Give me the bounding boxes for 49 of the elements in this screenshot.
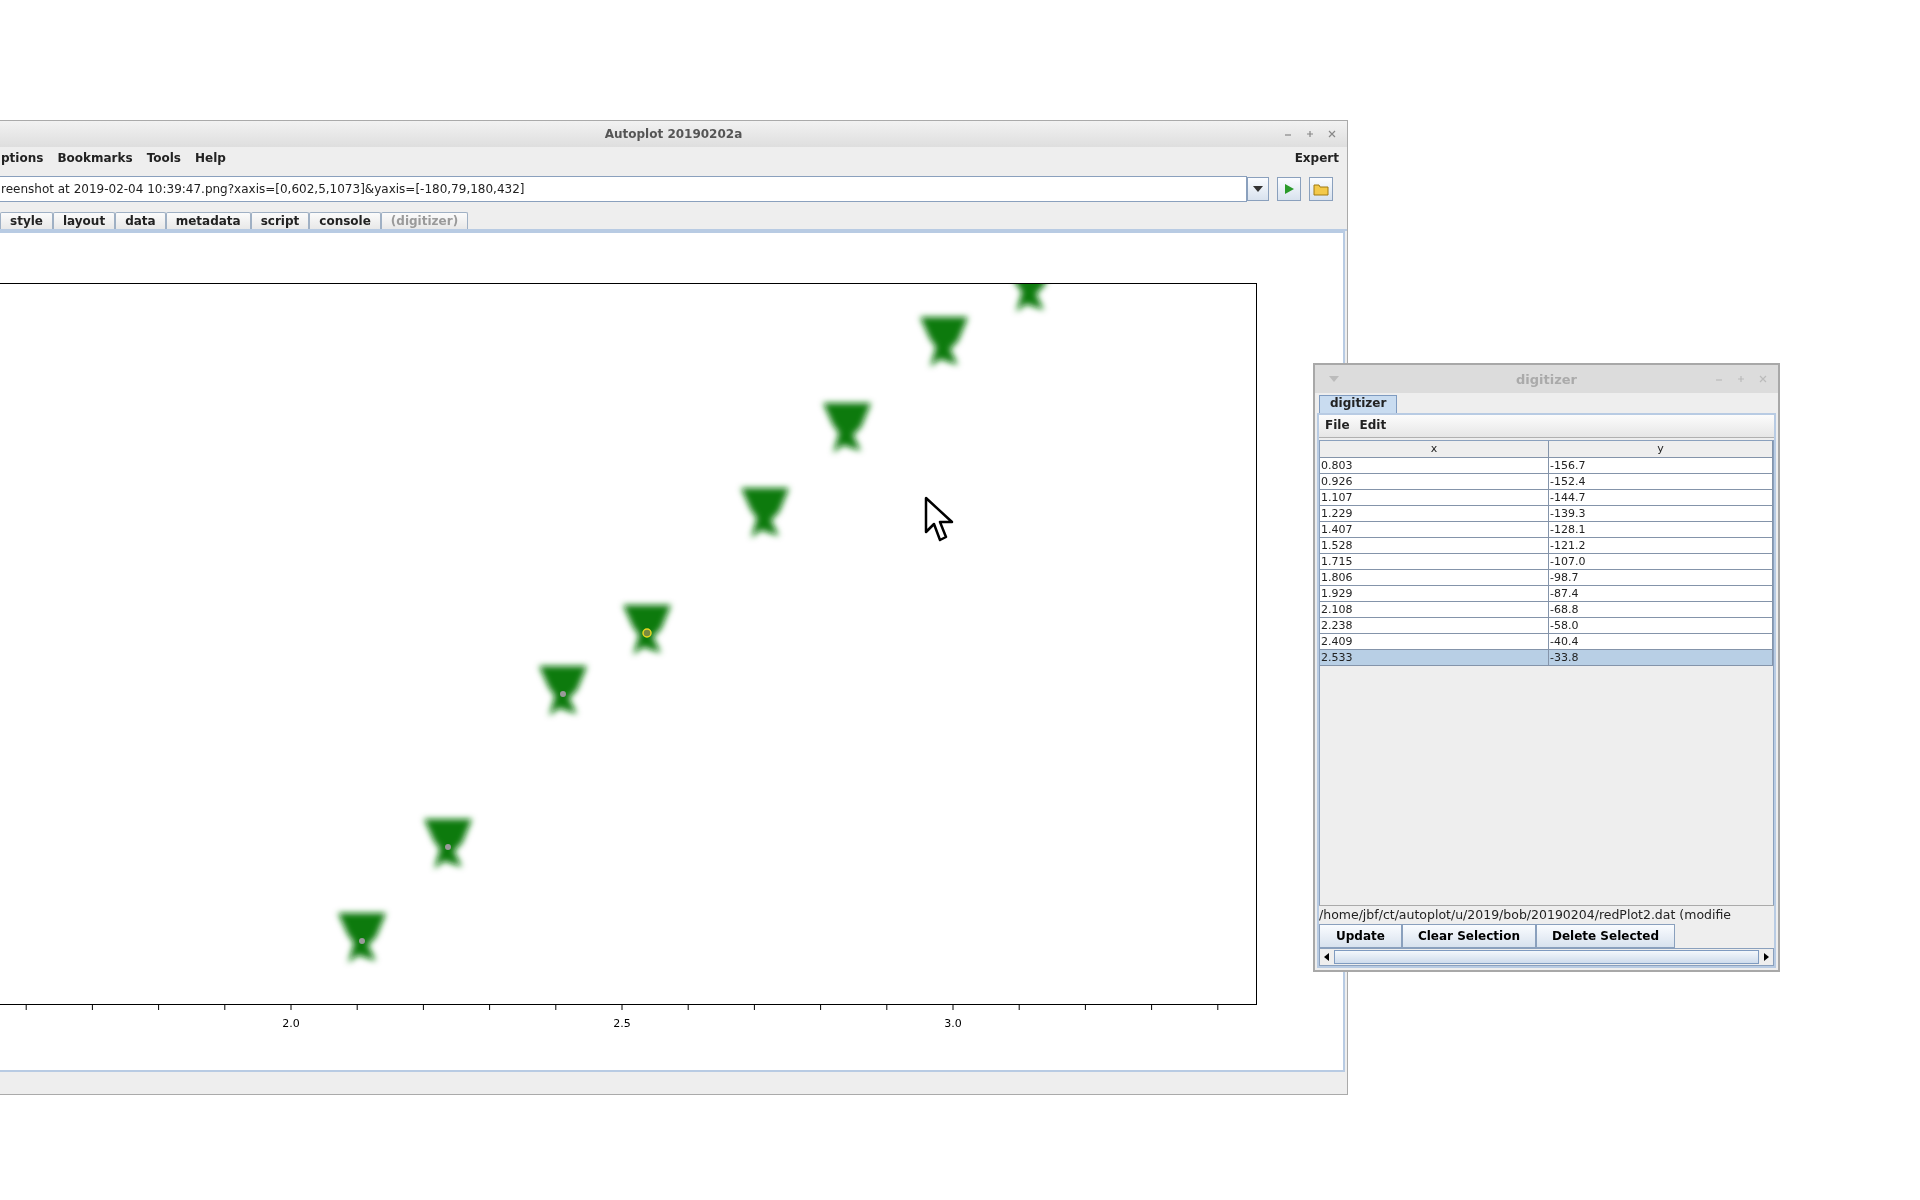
table-row[interactable]: 1.528 -121.2 bbox=[1320, 538, 1773, 554]
tick-label: 3.0 bbox=[944, 1017, 962, 1030]
play-button[interactable] bbox=[1277, 177, 1301, 201]
close-icon[interactable] bbox=[1327, 129, 1337, 139]
caret-icon[interactable] bbox=[1329, 376, 1339, 382]
horizontal-scrollbar[interactable] bbox=[1319, 948, 1774, 966]
column-header[interactable]: x bbox=[1320, 441, 1549, 457]
caret-icon bbox=[1253, 186, 1263, 192]
table-row[interactable]: 2.238 -58.0 bbox=[1320, 618, 1773, 634]
action-button[interactable]: Update bbox=[1319, 924, 1402, 948]
scroll-thumb[interactable] bbox=[1334, 950, 1759, 964]
action-button[interactable]: Delete Selected bbox=[1535, 924, 1675, 948]
menu-item[interactable]: File bbox=[1325, 418, 1350, 434]
table-row[interactable]: 2.108 -68.8 bbox=[1320, 602, 1773, 618]
tab[interactable]: digitizer bbox=[1319, 395, 1398, 413]
open-button[interactable] bbox=[1309, 177, 1333, 201]
table-row[interactable]: 1.715 -107.0 bbox=[1320, 554, 1773, 570]
menu-item[interactable]: Help bbox=[195, 151, 226, 165]
menu-item[interactable]: ptions bbox=[1, 151, 44, 165]
table-row[interactable]: 0.926 -152.4 bbox=[1320, 474, 1773, 490]
menu-item[interactable]: Bookmarks bbox=[57, 151, 133, 165]
table-row[interactable]: 1.407 -128.1 bbox=[1320, 522, 1773, 538]
uri-field[interactable]: reenshot at 2019-02-04 10:39:47.png?xaxis=[0,602,5,1073]&yaxis=[-180,79,180,432] bbox=[0, 176, 1247, 202]
play-icon bbox=[1283, 183, 1295, 195]
tab[interactable]: style bbox=[0, 212, 53, 229]
window-title: Autoplot 20190202a bbox=[604, 127, 743, 141]
tab[interactable]: data bbox=[115, 212, 166, 229]
tab[interactable]: metadata bbox=[165, 212, 251, 229]
table-row[interactable]: 1.806 -98.7 bbox=[1320, 570, 1773, 586]
tick-label: 2.0 bbox=[282, 1017, 300, 1030]
tick-label: 2.5 bbox=[613, 1017, 631, 1030]
menu-item[interactable]: Edit bbox=[1359, 418, 1387, 434]
menu-item[interactable]: Tools bbox=[146, 151, 181, 165]
table-row[interactable]: 2.409 -40.4 bbox=[1320, 634, 1773, 650]
tab[interactable]: layout bbox=[52, 212, 116, 229]
table-row[interactable]: 0.803 -156.7 bbox=[1320, 458, 1773, 474]
table-row[interactable]: 1.929 -87.4 bbox=[1320, 586, 1773, 602]
close-icon[interactable] bbox=[1758, 374, 1768, 384]
tab[interactable]: console bbox=[309, 212, 381, 229]
table-row[interactable]: 1.229 -139.3 bbox=[1320, 506, 1773, 522]
dropdown-button[interactable] bbox=[1247, 177, 1269, 201]
table-row[interactable]: 2.533 -33.8 bbox=[1320, 650, 1773, 666]
maximize-icon[interactable] bbox=[1305, 129, 1315, 139]
action-button[interactable]: Clear Selection bbox=[1401, 924, 1536, 948]
tab[interactable]: script bbox=[250, 212, 310, 229]
folder-icon bbox=[1313, 182, 1329, 196]
menu-item[interactable]: Expert bbox=[1294, 151, 1339, 165]
table-row[interactable]: 1.107 -144.7 bbox=[1320, 490, 1773, 506]
column-header[interactable]: y bbox=[1549, 441, 1773, 457]
